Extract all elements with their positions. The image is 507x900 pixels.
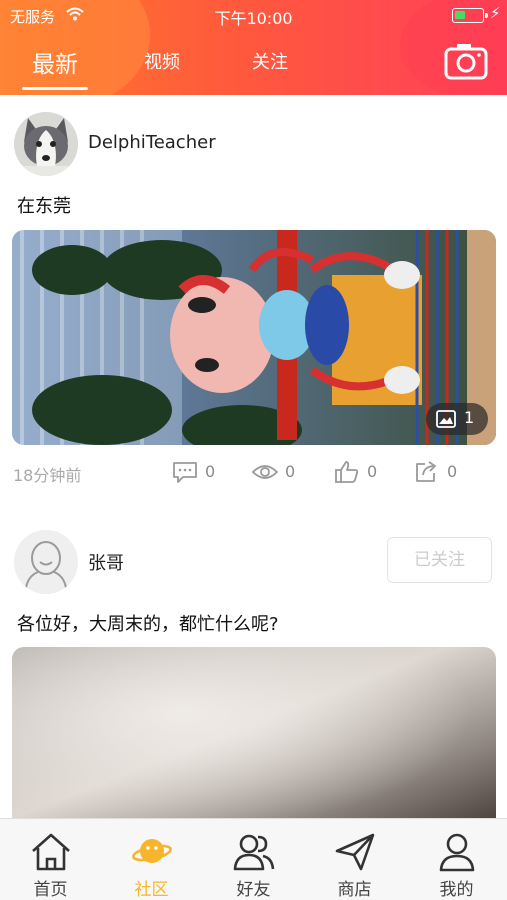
share-icon — [416, 461, 436, 482]
nav-label: 商店 — [337, 880, 372, 900]
battery-icon — [452, 8, 488, 23]
nav-home[interactable]: 首页 — [0, 819, 101, 900]
post-image[interactable]: 1 — [12, 230, 496, 445]
comment-count: 0 — [205, 462, 216, 481]
follow-button[interactable]: 已关注 — [387, 537, 492, 583]
image-icon — [436, 410, 456, 428]
eye-icon — [252, 465, 278, 479]
avatar[interactable] — [14, 112, 78, 176]
planet-icon — [132, 839, 172, 863]
nav-label: 好友 — [236, 880, 271, 900]
username[interactable]: DelphiTeacher — [88, 132, 216, 153]
comment-icon — [173, 462, 197, 483]
status-bar: 无服务 下午10:00 ⚡ — [0, 0, 507, 30]
post-card[interactable]: 张哥 已关注 各位好，大周末的，都忙什么呢? — [0, 515, 507, 837]
view-count: 0 — [285, 462, 296, 481]
image-count: 1 — [464, 408, 475, 427]
nav-friends[interactable]: 好友 — [203, 819, 304, 900]
clock: 下午10:00 — [214, 9, 293, 28]
nav-label: 社区 — [134, 880, 169, 900]
nav-label: 我的 — [439, 880, 474, 900]
nav-community[interactable]: 社区 — [101, 819, 202, 900]
nav-profile[interactable]: 我的 — [406, 819, 507, 900]
post-time: 18分钟前 — [13, 466, 82, 485]
post-text: 在东莞 — [17, 196, 71, 217]
bottom-nav: 首页 社区 好友 商店 我的 — [0, 818, 507, 900]
nav-label: 首页 — [33, 880, 68, 900]
friends-icon — [233, 834, 275, 871]
image-count-badge: 1 — [426, 403, 488, 435]
post-image[interactable] — [12, 647, 496, 837]
paper-plane-icon — [335, 833, 375, 871]
like-count: 0 — [367, 462, 378, 481]
feed-tabs: 最新 视频 关注 — [0, 40, 507, 95]
tab-video[interactable]: 视频 — [144, 48, 180, 74]
default-avatar-icon — [14, 530, 78, 594]
tab-latest[interactable]: 最新 — [32, 45, 78, 79]
active-tab-indicator — [22, 87, 88, 90]
nav-shop[interactable]: 商店 — [304, 819, 405, 900]
thumbs-up-icon — [335, 461, 359, 483]
home-icon — [32, 833, 70, 871]
charging-icon: ⚡ — [490, 4, 501, 22]
profile-icon — [439, 833, 475, 872]
camera-icon[interactable] — [444, 42, 488, 80]
post-text: 各位好，大周末的，都忙什么呢? — [17, 614, 279, 635]
share-count: 0 — [447, 462, 458, 481]
avatar[interactable] — [14, 530, 78, 594]
post-meta: 18分钟前 0 0 0 0 — [0, 458, 507, 488]
username[interactable]: 张哥 — [88, 549, 124, 575]
tab-following[interactable]: 关注 — [252, 48, 288, 74]
app-header: 无服务 下午10:00 ⚡ 最新 视频 关注 — [0, 0, 507, 95]
post-card[interactable]: DelphiTeacher 在东莞 1 18分钟前 0 0 0 0 — [0, 95, 507, 515]
